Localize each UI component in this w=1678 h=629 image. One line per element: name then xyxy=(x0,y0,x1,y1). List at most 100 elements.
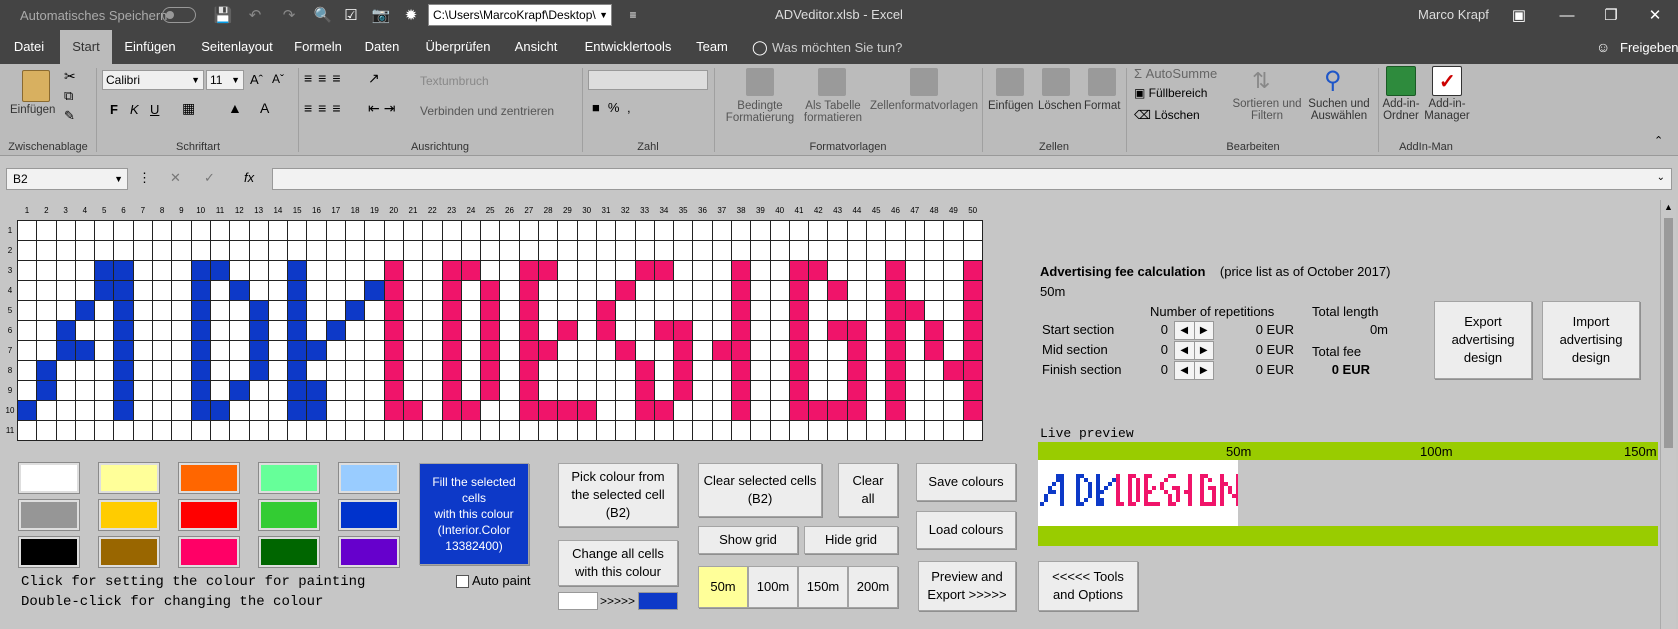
grid-cell[interactable] xyxy=(209,240,231,261)
grid-cell[interactable] xyxy=(132,380,154,401)
grid-cell[interactable] xyxy=(673,300,694,321)
column-header[interactable]: 25 xyxy=(480,206,500,215)
grid-cell[interactable] xyxy=(846,320,868,341)
grid-cell[interactable] xyxy=(364,300,385,321)
grid-cell[interactable] xyxy=(306,300,327,321)
column-header[interactable]: 33 xyxy=(635,206,655,215)
grid-cell[interactable] xyxy=(923,420,945,441)
grid-cell[interactable] xyxy=(962,260,983,281)
conditional-format-button[interactable]: Bedingte Formatierung xyxy=(720,100,800,124)
grid-cell[interactable] xyxy=(595,420,617,441)
grid-cell[interactable] xyxy=(345,320,366,341)
grid-cell[interactable] xyxy=(306,240,327,261)
grid-cell[interactable] xyxy=(846,300,868,321)
grid-cell[interactable] xyxy=(306,360,327,381)
color-swatch[interactable] xyxy=(18,462,80,494)
grid-cell[interactable] xyxy=(808,380,829,401)
grid-cell[interactable] xyxy=(557,220,578,241)
grid-cell[interactable] xyxy=(730,360,752,381)
grid-cell[interactable] xyxy=(480,240,501,261)
grid-cell[interactable] xyxy=(692,360,713,381)
grid-cell[interactable] xyxy=(866,400,887,421)
grid-cell[interactable] xyxy=(345,260,366,281)
format-as-table-button[interactable]: Als Tabelle formatieren xyxy=(798,100,868,124)
grid-cell[interactable] xyxy=(267,360,289,381)
grid-cell[interactable] xyxy=(518,360,540,381)
grid-cell[interactable] xyxy=(595,220,617,241)
grid-cell[interactable] xyxy=(615,240,636,261)
grid-cell[interactable] xyxy=(345,240,366,261)
grid-cell[interactable] xyxy=(209,320,231,341)
tools-options-button[interactable]: <<<<< Tools and Options xyxy=(1038,561,1138,611)
column-header[interactable]: 45 xyxy=(866,206,886,215)
number-icons[interactable]: ■%‚ xyxy=(592,100,638,115)
grid-cell[interactable] xyxy=(634,260,655,281)
grid-cell[interactable] xyxy=(209,420,231,441)
grid-cell[interactable] xyxy=(113,300,134,321)
grid-cell[interactable] xyxy=(325,380,347,401)
grid-cell[interactable] xyxy=(248,280,269,301)
insert-cells-icon[interactable] xyxy=(996,68,1024,96)
grid-cell[interactable] xyxy=(827,260,848,281)
grid-cell[interactable] xyxy=(769,260,790,281)
grid-cell[interactable] xyxy=(904,420,925,441)
grid-cell[interactable] xyxy=(287,380,308,401)
grid-cell[interactable] xyxy=(808,400,829,421)
grid-cell[interactable] xyxy=(480,300,501,321)
grid-cell[interactable] xyxy=(422,400,443,421)
grid-cell[interactable] xyxy=(229,220,250,241)
italic-button[interactable]: K xyxy=(130,102,139,117)
format-painter-icon[interactable]: ✎ xyxy=(64,108,75,124)
column-header[interactable]: 23 xyxy=(442,206,462,215)
grid-cell[interactable] xyxy=(943,340,964,361)
grid-cell[interactable] xyxy=(885,340,906,361)
grid-cell[interactable] xyxy=(460,220,482,241)
grid-cell[interactable] xyxy=(769,420,790,441)
tab-start[interactable]: Start xyxy=(60,30,112,64)
grid-cell[interactable] xyxy=(152,420,173,441)
grid-cell[interactable] xyxy=(962,300,983,321)
grid-cell[interactable] xyxy=(383,240,404,261)
grid-cell[interactable] xyxy=(267,340,289,361)
grid-cell[interactable] xyxy=(557,300,578,321)
grid-cell[interactable] xyxy=(460,400,482,421)
tab-datei[interactable]: Datei xyxy=(4,30,54,64)
grid-cell[interactable] xyxy=(16,300,38,321)
collapse-ribbon-icon[interactable]: ⌃ xyxy=(1654,134,1663,147)
grid-cell[interactable] xyxy=(634,320,655,341)
cell-styles-button[interactable]: Zellenformatvorlagen xyxy=(870,100,978,112)
bold-button[interactable]: F xyxy=(110,102,118,117)
grid-cell[interactable] xyxy=(113,320,134,341)
underline-button[interactable]: U xyxy=(150,102,159,117)
grid-cell[interactable] xyxy=(209,280,231,301)
grid-cell[interactable] xyxy=(152,260,173,281)
column-header[interactable]: 31 xyxy=(596,206,616,215)
grid-cell[interactable] xyxy=(325,360,347,381)
grid-cell[interactable] xyxy=(152,400,173,421)
column-header[interactable]: 7 xyxy=(133,206,153,215)
grid-cell[interactable] xyxy=(190,360,211,381)
grid-cell[interactable] xyxy=(287,260,308,281)
restore-icon[interactable]: ❐ xyxy=(1600,4,1622,26)
grid-cell[interactable] xyxy=(808,320,829,341)
grid-cell[interactable] xyxy=(267,300,289,321)
grid-cell[interactable] xyxy=(499,280,520,301)
increment-icon[interactable]: ▶ xyxy=(1195,322,1214,339)
grid-cell[interactable] xyxy=(499,320,520,341)
grid-cell[interactable] xyxy=(827,240,848,261)
column-header[interactable]: 34 xyxy=(654,206,674,215)
grid-cell[interactable] xyxy=(808,420,829,441)
grid-cell[interactable] xyxy=(74,260,96,281)
column-header[interactable]: 6 xyxy=(114,206,134,215)
grid-cell[interactable] xyxy=(499,240,520,261)
grow-font-icon[interactable]: Aˆ xyxy=(250,72,263,87)
grid-cell[interactable] xyxy=(113,360,134,381)
color-swatch[interactable] xyxy=(18,536,80,568)
grid-cell[interactable] xyxy=(557,420,578,441)
grid-cell[interactable] xyxy=(132,420,154,441)
grid-cell[interactable] xyxy=(595,340,617,361)
tab-ueberpruefen[interactable]: Überprüfen xyxy=(418,30,498,64)
share-button[interactable]: Freigeben xyxy=(1620,40,1678,55)
grid-cell[interactable] xyxy=(615,380,636,401)
grid-cell[interactable] xyxy=(171,320,192,341)
